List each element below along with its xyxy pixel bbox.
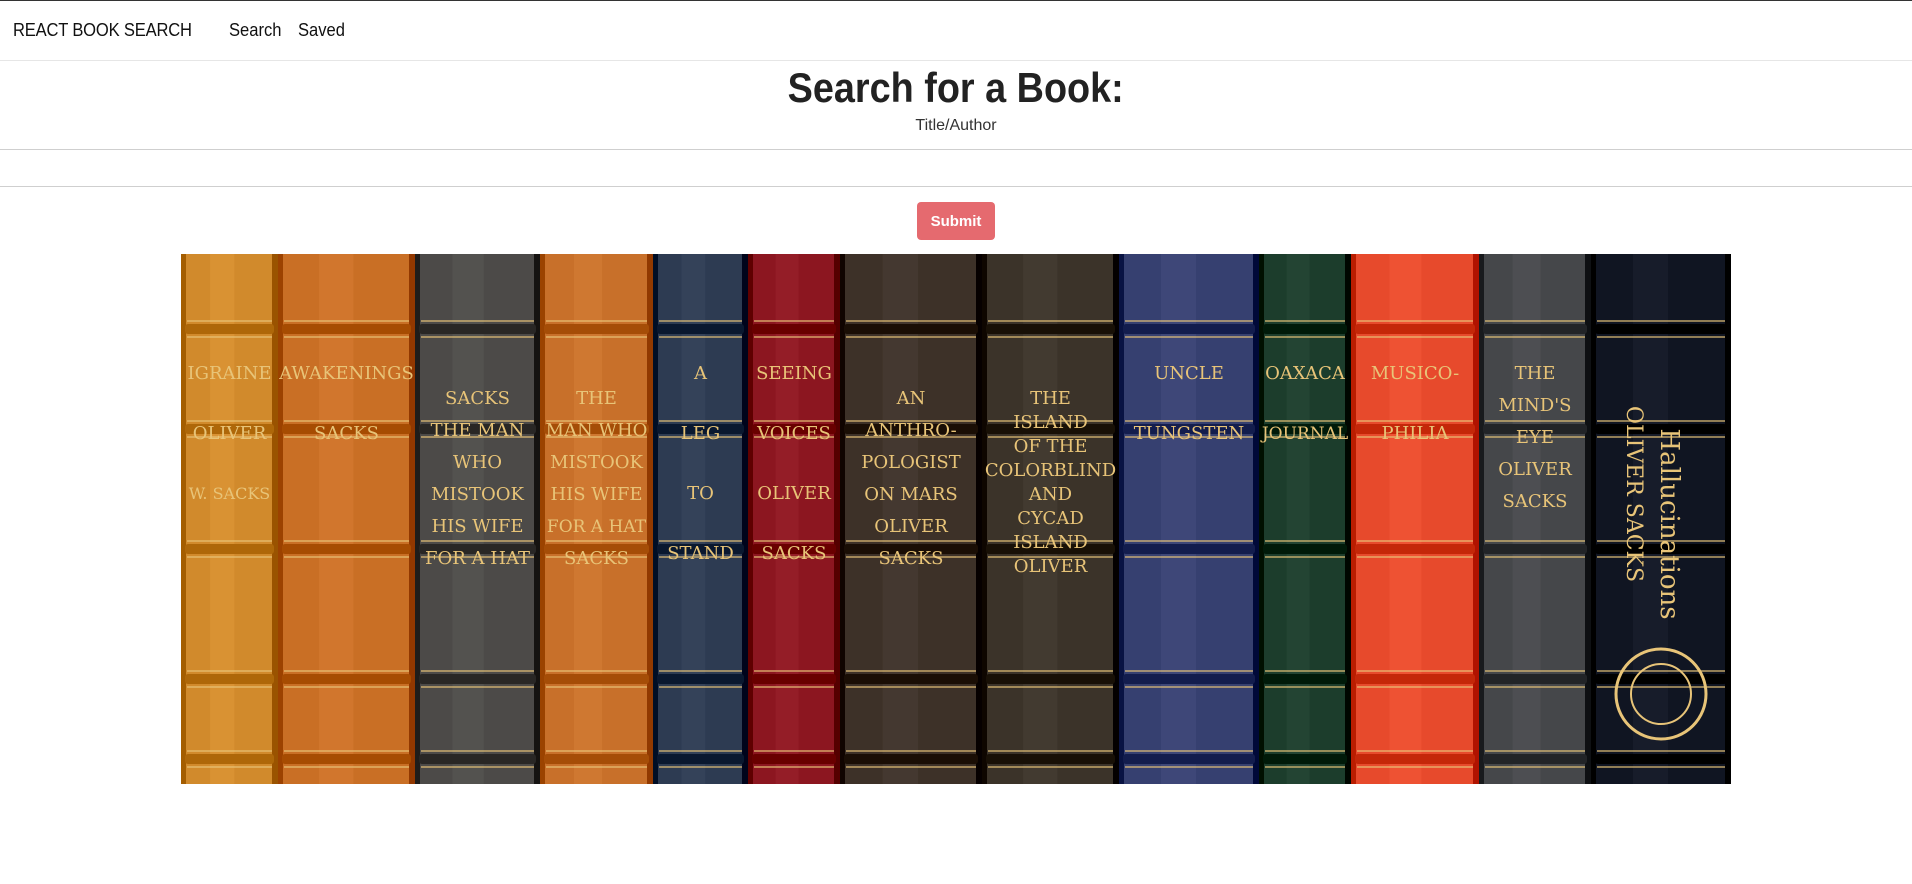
spine-text: MUSICO- [1371,363,1459,384]
book-spine: Hallucinations OLIVER SACKS [1591,254,1731,784]
spine-text: TUNGSTEN [1134,423,1245,444]
spine-text: MISTOOK [431,484,524,505]
submit-row: Submit [0,202,1912,240]
spine-author-text: OLIVER SACKS [1621,406,1646,582]
bookshelf-banner-image: IGRAINE OLIVER W. SACKS AWAKENINGS SACKS SACK… [181,254,1731,784]
spine-text: OAXACA [1265,363,1346,384]
page-title: Search for a Book: [787,64,1125,111]
spine-text: SACKS [564,548,629,569]
nav-links: Search Saved [217,20,349,41]
spine-text: ANTHRO- [864,420,957,441]
spine-text: COLORBLIND [985,460,1116,481]
spine-text: SACKS [314,423,379,444]
spine-text: VOICES [756,423,831,444]
spine-text: UNCLE [1154,363,1224,384]
search-input[interactable] [0,149,1912,187]
brand-logo[interactable]: REACT BOOK SEARCH [13,20,192,41]
spine-text: A [693,363,708,384]
book-spine: SEEING VOICES OLIVER SACKS [748,254,840,784]
book-spine: SACKS THE MAN WHO MISTOOK HIS WIFE FOR A HAT [415,254,540,784]
spine-text: MIND'S [1498,395,1571,416]
spine-text: OLIVER [1014,556,1088,577]
spine-text: THE MAN [431,420,525,441]
book-spine: THE ISLAND OF THE COLORBLIND AND CYCAD ISLAND O… [982,254,1119,784]
spine-text: SEEING [756,363,832,384]
spine-text: AWAKENINGS [278,363,414,384]
search-field-label: Title/Author [915,117,997,134]
spine-text: HIS WIFE [550,484,642,505]
nav-link-search[interactable]: Search [229,20,281,41]
spine-text: ISLAND [1013,532,1088,553]
spine-text: TO [687,483,714,504]
book-spine: UNCLE TUNGSTEN [1119,254,1259,784]
spine-text: MAN WHO [546,420,648,441]
spine-text: SACKS [445,388,510,409]
navbar: REACT BOOK SEARCH Search Saved [0,1,1912,61]
spine-title-text: Hallucinations [1654,428,1684,619]
spine-text: CYCAD [1017,508,1084,529]
spine-text: WHO [453,452,502,473]
spine-text: JOURNAL [1260,424,1348,444]
submit-button[interactable]: Submit [917,202,995,240]
search-header: Search for a Book: Title/Author [0,61,1912,135]
spine-text: THE [576,388,617,409]
book-spine: OAXACA JOURNAL [1259,254,1351,784]
nav-link-saved[interactable]: Saved [298,20,345,41]
spine-text: OLIVER [874,516,948,537]
spine-text: STAND [667,543,734,564]
book-spine: AWAKENINGS SACKS [278,254,415,784]
spine-text: OLIVER [1498,459,1572,480]
spine-text: ON MARS [864,484,958,505]
spine-text: OLIVER [193,423,267,444]
book-spine: THE MAN WHO MISTOOK HIS WIFE FOR A HAT SACKS [540,254,653,784]
spine-text: SACKS [879,548,944,569]
book-spine: MUSICO- PHILIA [1351,254,1479,784]
spine-text: THE [1515,363,1556,384]
spine-text: EYE [1516,427,1554,448]
spine-text: THE [1030,388,1071,409]
spine-text: W. SACKS [189,484,271,503]
spine-text: POLOGIST [861,452,960,473]
spine-text: HIS WIFE [431,516,523,537]
book-spine: IGRAINE OLIVER W. SACKS [181,254,278,784]
spine-text: LEG [681,423,720,444]
book-spine: THE MIND'S EYE OLIVER SACKS [1479,254,1591,784]
spine-text: MISTOOK [550,452,643,473]
spine-text: OF THE [1014,436,1088,457]
book-spine: AN ANTHRO- POLOGIST ON MARS OLIVER SACKS [840,254,982,784]
book-spine: A LEG TO STAND [653,254,748,784]
spine-text: AN [896,388,926,409]
spine-text: SACKS [1503,491,1568,512]
spine-text: IGRAINE [187,363,271,384]
spine-text: OLIVER [757,483,831,504]
spine-text: AND [1028,484,1072,505]
spine-text: PHILIA [1382,423,1450,444]
spine-text: SACKS [762,543,827,564]
spine-text: ISLAND [1013,412,1088,433]
spine-text: FOR A HAT [425,548,530,569]
spine-text: FOR A HAT [547,517,647,537]
